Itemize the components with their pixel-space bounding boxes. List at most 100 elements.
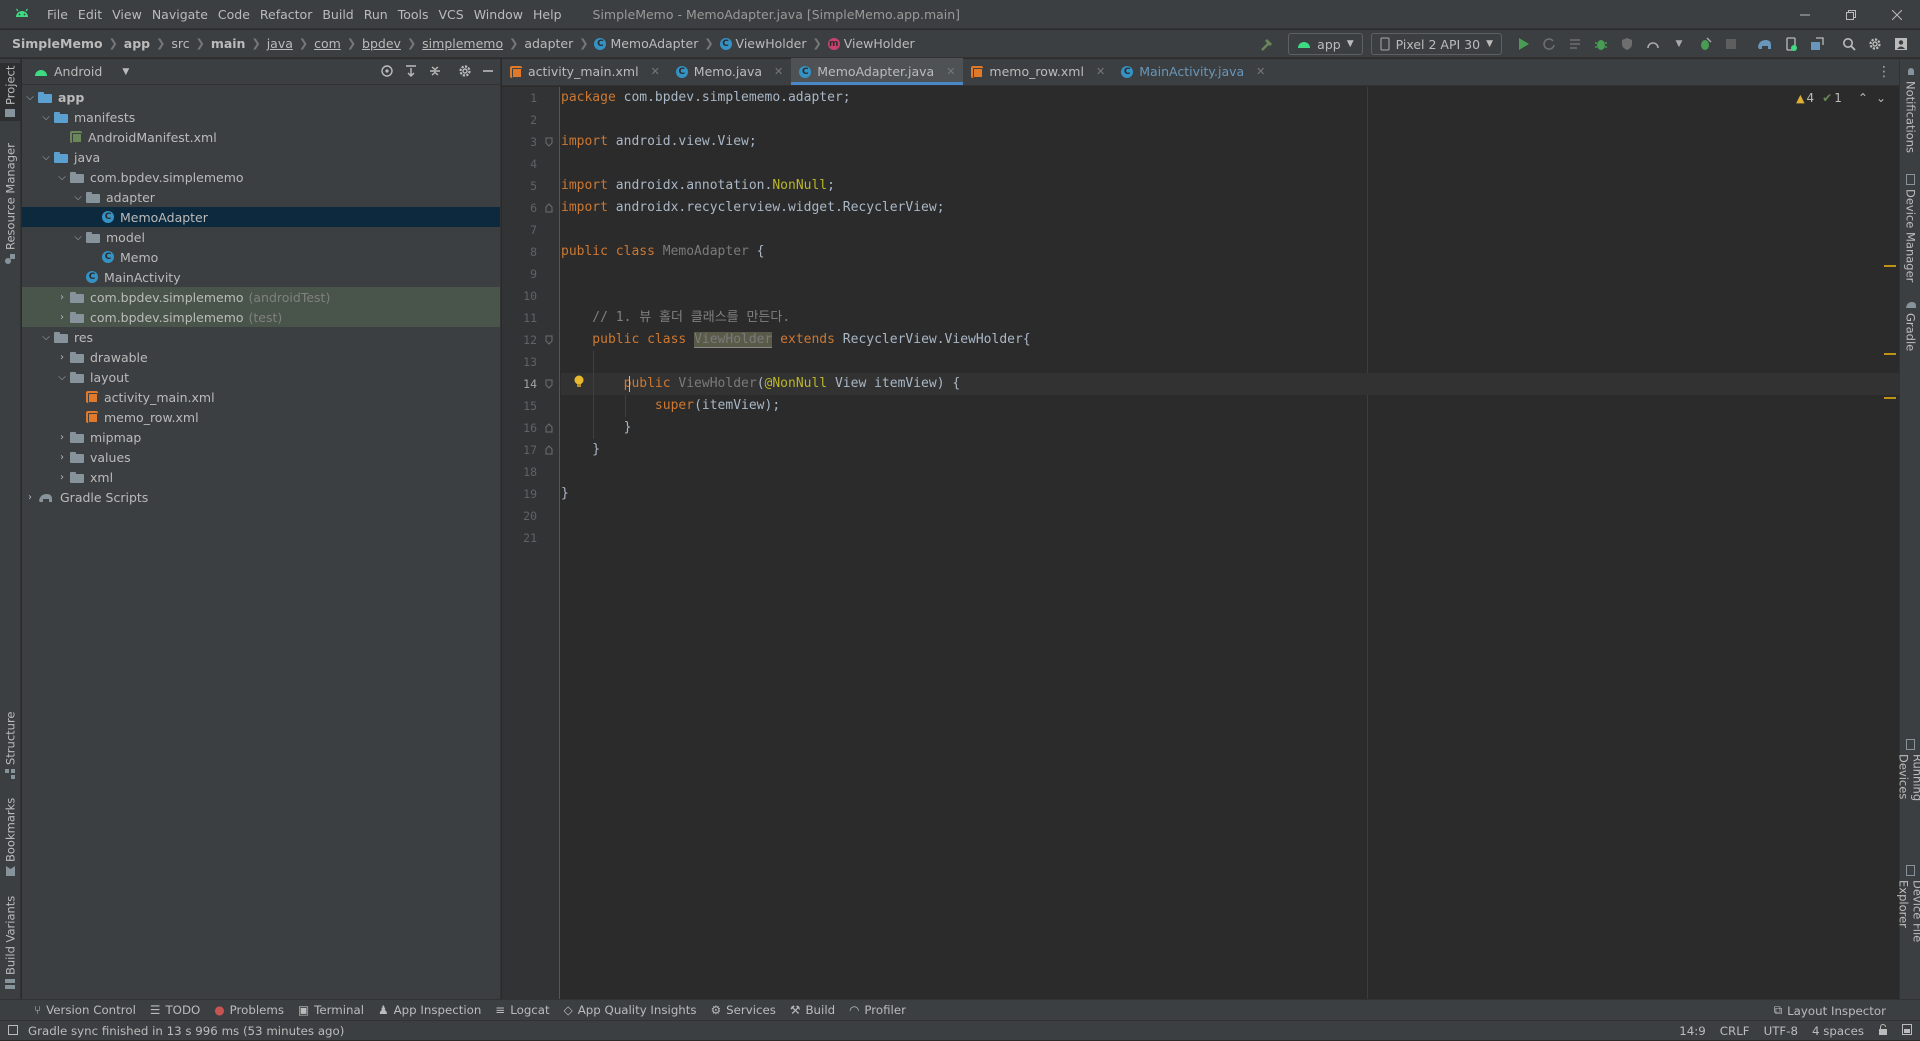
tree-item-app[interactable]: ⌵app <box>22 87 500 107</box>
tree-item-xml[interactable]: ›xml <box>22 467 500 487</box>
menu-edit[interactable]: Edit <box>73 7 107 22</box>
fold-icon[interactable] <box>544 137 554 147</box>
error-stripe-mark[interactable] <box>1884 353 1896 355</box>
code-editor[interactable]: package com.bpdev.simplememo.adapter; im… <box>561 87 1899 999</box>
crumb-src[interactable]: src <box>171 36 189 51</box>
crumb-java[interactable]: java <box>267 36 293 51</box>
services-tool-button[interactable]: ⚙Services <box>711 1003 776 1017</box>
notifications-tool-tab[interactable]: Notifications <box>1900 65 1920 155</box>
menu-code[interactable]: Code <box>213 7 255 22</box>
layout-inspector-tool-button[interactable]: ⧉Layout Inspector <box>1774 1000 1886 1021</box>
select-opened-file-icon[interactable] <box>380 64 394 81</box>
debug-button[interactable] <box>1590 33 1612 55</box>
logcat-tool-button[interactable]: ≡Logcat <box>495 1003 549 1017</box>
tree-item-java[interactable]: ⌵java <box>22 147 500 167</box>
todo-tool-button[interactable]: ☰TODO <box>150 1003 200 1017</box>
tree-item-res[interactable]: ⌵res <box>22 327 500 347</box>
menu-refactor[interactable]: Refactor <box>255 7 317 22</box>
fold-icon[interactable] <box>544 379 554 389</box>
device-manager-tool-tab[interactable]: Device Manager <box>1900 173 1920 283</box>
crumb-project[interactable]: SimpleMemo <box>12 36 103 51</box>
build-variants-tool-tab[interactable]: Build Variants <box>0 894 21 990</box>
gradle-tool-tab[interactable]: Gradle <box>1900 295 1920 357</box>
indent-setting[interactable]: 4 spaces <box>1812 1024 1864 1038</box>
memory-indicator-icon[interactable] <box>1902 1024 1912 1038</box>
close-tab-icon[interactable]: ✕ <box>651 65 660 78</box>
sdk-manager-button[interactable] <box>1806 33 1828 55</box>
caret-position[interactable]: 14:9 <box>1679 1024 1706 1038</box>
tree-item-mipmap[interactable]: ›mipmap <box>22 427 500 447</box>
run-button[interactable] <box>1512 33 1534 55</box>
tree-item-drawable[interactable]: ›drawable <box>22 347 500 367</box>
problems-tool-button[interactable]: ●Problems <box>214 1003 284 1017</box>
code-with-me-button[interactable] <box>1890 33 1912 55</box>
fold-icon[interactable] <box>544 335 554 345</box>
tab-memo-row-xml[interactable]: memo_row.xml✕ <box>963 58 1113 85</box>
device-select[interactable]: Pixel 2 API 30 ▼ <box>1371 33 1502 55</box>
sync-gradle-button[interactable] <box>1754 33 1776 55</box>
bookmarks-tool-tab[interactable]: Bookmarks <box>0 797 21 877</box>
tree-item-memo-row-xml[interactable]: memo_row.xml <box>22 407 500 427</box>
run-config-select[interactable]: app ▼ <box>1288 33 1362 55</box>
menu-tools[interactable]: Tools <box>393 7 434 22</box>
tree-item-gradle-scripts[interactable]: ›Gradle Scripts <box>22 487 500 507</box>
more-run-options-button[interactable]: ▼ <box>1668 33 1690 55</box>
resource-manager-tool-tab[interactable]: Resource Manager <box>0 134 21 274</box>
menu-vcs[interactable]: VCS <box>434 7 469 22</box>
close-tab-icon[interactable]: ✕ <box>1256 65 1265 78</box>
tab-menu-icon[interactable]: ⋮ <box>1877 64 1891 80</box>
tab-activity-main-xml[interactable]: activity_main.xml✕ <box>502 58 668 85</box>
app-quality-insights-tool-button[interactable]: ◇App Quality Insights <box>564 1003 697 1017</box>
menu-run[interactable]: Run <box>359 7 393 22</box>
close-tab-icon[interactable]: ✕ <box>946 65 955 78</box>
terminal-tool-button[interactable]: ▣Terminal <box>298 1003 364 1017</box>
menu-build[interactable]: Build <box>317 7 358 22</box>
file-encoding[interactable]: UTF-8 <box>1764 1024 1798 1038</box>
search-everywhere-button[interactable] <box>1838 33 1860 55</box>
minimize-button[interactable] <box>1782 0 1828 29</box>
menu-file[interactable]: File <box>42 7 73 22</box>
device-manager-button[interactable] <box>1780 33 1802 55</box>
project-view-select[interactable]: Android ▼ <box>34 64 129 79</box>
profile-button[interactable] <box>1642 33 1664 55</box>
gear-icon[interactable] <box>458 64 472 81</box>
structure-tool-tab[interactable]: Structure <box>0 707 21 783</box>
error-stripe-mark[interactable] <box>1884 265 1896 267</box>
line-separator[interactable]: CRLF <box>1720 1024 1750 1038</box>
close-button[interactable] <box>1874 0 1920 29</box>
hide-panel-icon[interactable] <box>482 64 494 81</box>
project-tool-tab[interactable]: Project <box>0 63 21 121</box>
crumb-bpdev[interactable]: bpdev <box>362 36 401 51</box>
tree-item-package-main[interactable]: ⌵com.bpdev.simplememo <box>22 167 500 187</box>
tree-item-adapter[interactable]: ⌵adapter <box>22 187 500 207</box>
status-message[interactable]: Gradle sync finished in 13 s 996 ms (53 … <box>28 1024 344 1038</box>
menu-view[interactable]: View <box>107 7 147 22</box>
inspection-widget[interactable]: ▲4 ✔1 ⌃ ⌄ <box>1796 91 1886 105</box>
tree-item-memo[interactable]: CMemo <box>22 247 500 267</box>
error-stripe-mark[interactable] <box>1884 397 1896 399</box>
build-tool-button[interactable]: ⚒Build <box>790 1003 835 1017</box>
tree-item-mainactivity[interactable]: CMainActivity <box>22 267 500 287</box>
close-tab-icon[interactable]: ✕ <box>1096 65 1105 78</box>
close-tab-icon[interactable]: ✕ <box>774 65 783 78</box>
device-file-explorer-tool-tab[interactable]: Device File Explorer <box>1900 865 1920 990</box>
crumb-com[interactable]: com <box>314 36 341 51</box>
tree-item-package-androidtest[interactable]: ›com.bpdev.simplememo(androidTest) <box>22 287 500 307</box>
lock-icon[interactable] <box>1878 1024 1888 1038</box>
settings-button[interactable] <box>1864 33 1886 55</box>
make-project-button[interactable] <box>1256 33 1278 55</box>
menu-help[interactable]: Help <box>528 7 567 22</box>
restore-button[interactable] <box>1828 0 1874 29</box>
apply-code-changes-button[interactable] <box>1564 33 1586 55</box>
tree-item-activity-main-xml[interactable]: activity_main.xml <box>22 387 500 407</box>
crumb-simplememo[interactable]: simplememo <box>422 36 503 51</box>
tab-memoadapter-java[interactable]: CMemoAdapter.java✕ <box>791 58 963 85</box>
crumb-module[interactable]: app <box>124 36 150 51</box>
menu-window[interactable]: Window <box>469 7 528 22</box>
expand-all-icon[interactable] <box>404 64 418 81</box>
tab-mainactivity-java[interactable]: CMainActivity.java✕ <box>1113 58 1273 85</box>
tree-item-layout[interactable]: ⌵layout <box>22 367 500 387</box>
crumb-viewholder-method[interactable]: ViewHolder <box>844 36 915 51</box>
tree-item-androidmanifest[interactable]: AndroidManifest.xml <box>22 127 500 147</box>
tree-item-package-test[interactable]: ›com.bpdev.simplememo(test) <box>22 307 500 327</box>
